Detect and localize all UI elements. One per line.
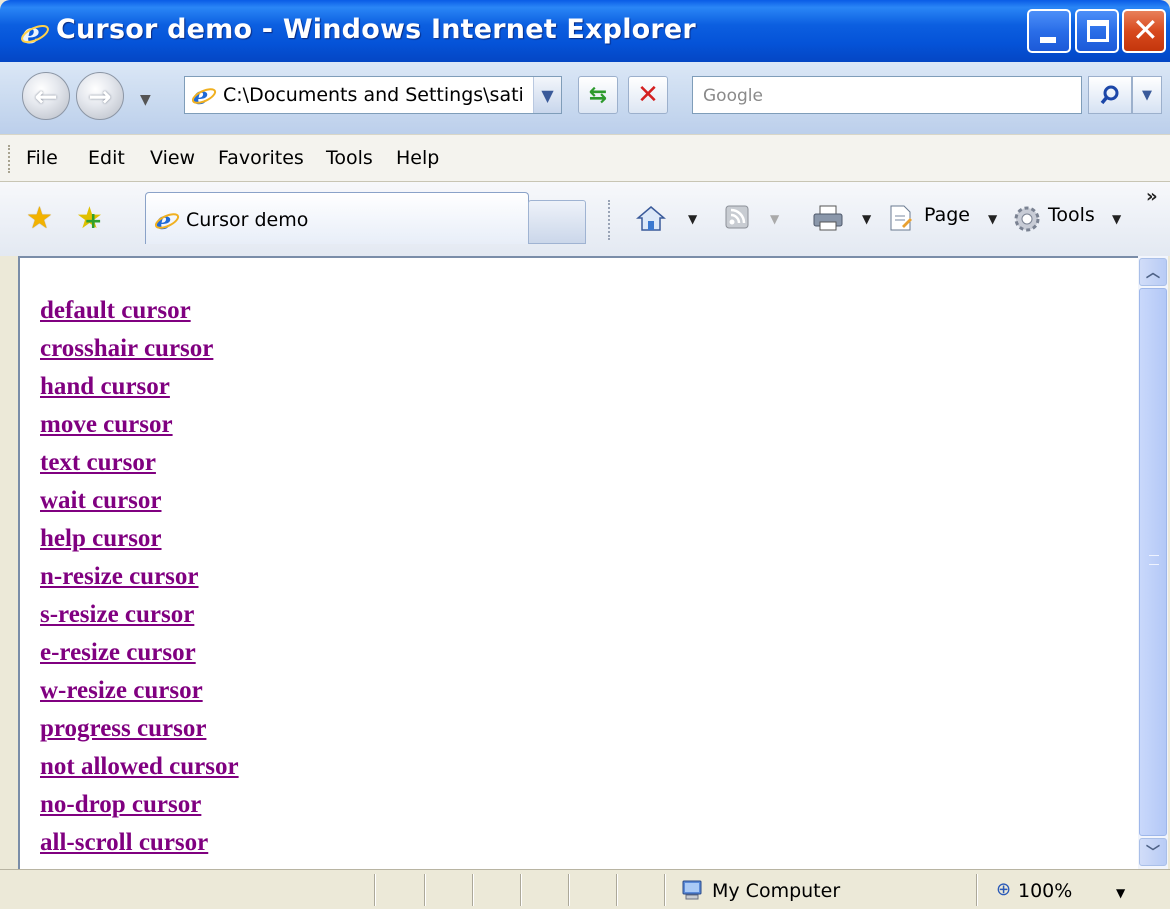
search-button[interactable] <box>1088 76 1132 114</box>
search-input[interactable]: Google <box>703 86 763 106</box>
status-divider <box>976 874 978 906</box>
link-no-drop-cursor[interactable]: no-drop cursor <box>40 786 239 824</box>
link-e-resize-cursor[interactable]: e-resize cursor <box>40 634 239 672</box>
ie-logo-icon: e <box>21 18 49 48</box>
page-icon[interactable] <box>888 204 914 238</box>
close-button[interactable]: ✕ <box>1122 9 1166 53</box>
refresh-icon: ⇆ <box>588 82 608 108</box>
link-move-cursor[interactable]: move cursor <box>40 406 239 444</box>
link-hand-cursor[interactable]: hand cursor <box>40 368 239 406</box>
home-dropdown-icon[interactable]: ▼ <box>688 212 697 226</box>
home-icon[interactable] <box>635 204 667 238</box>
minimize-button[interactable] <box>1027 9 1071 53</box>
new-tab-button[interactable] <box>528 200 586 244</box>
status-divider <box>472 874 474 906</box>
address-bar[interactable]: e C:\Documents and Settings\sati ▼ <box>184 76 562 114</box>
chevron-more-icon[interactable]: » <box>1146 186 1158 207</box>
security-zone-label[interactable]: My Computer <box>712 880 840 902</box>
tab-bar: ★ ★ + e Cursor demo ▼ ▼ ▼ Page ▼ Tools ▼… <box>0 182 1170 256</box>
my-computer-icon <box>682 880 702 900</box>
status-divider <box>374 874 376 906</box>
menu-file[interactable]: File <box>26 147 58 169</box>
forward-arrow-icon: → <box>88 79 112 113</box>
chevron-down-icon: ﹀ <box>1146 845 1160 861</box>
tab-cursor-demo[interactable]: e Cursor demo <box>145 192 529 244</box>
back-arrow-icon: ← <box>34 79 58 113</box>
maximize-button[interactable] <box>1075 9 1119 53</box>
feeds-dropdown-icon: ▼ <box>770 212 780 226</box>
link-all-scroll-cursor[interactable]: all-scroll cursor <box>40 824 239 862</box>
page-menu-button[interactable]: Page <box>924 204 970 226</box>
menu-bar: File Edit View Favorites Tools Help <box>0 134 1170 182</box>
tab-ie-icon: e <box>154 207 180 233</box>
back-button[interactable]: ← <box>22 72 70 120</box>
window-title: Cursor demo - Windows Internet Explorer <box>56 14 696 45</box>
thumb-grip-icon <box>1149 555 1159 565</box>
status-divider <box>664 874 666 906</box>
feeds-icon[interactable] <box>724 204 750 236</box>
title-bar[interactable]: e Cursor demo - Windows Internet Explore… <box>0 0 1170 62</box>
browser-window: e Cursor demo - Windows Internet Explore… <box>0 0 1170 909</box>
status-divider <box>568 874 570 906</box>
menu-view[interactable]: View <box>150 147 195 169</box>
minimize-icon <box>1040 37 1056 43</box>
chevron-up-icon: ︿ <box>1146 265 1160 281</box>
gear-icon[interactable] <box>1012 204 1042 240</box>
content-frame: default cursor crosshair cursor hand cur… <box>0 256 1170 869</box>
forward-button[interactable]: → <box>76 72 124 120</box>
cursor-link-list: default cursor crosshair cursor hand cur… <box>40 292 239 862</box>
vertical-scrollbar[interactable]: ︿ ﹀ <box>1138 256 1168 869</box>
maximize-icon <box>1087 20 1109 42</box>
scroll-down-button[interactable]: ﹀ <box>1139 838 1167 866</box>
scrollbar-thumb[interactable] <box>1139 288 1167 836</box>
address-dropdown-icon[interactable]: ▼ <box>533 77 561 113</box>
search-options-dropdown-icon[interactable]: ▼ <box>1132 76 1162 114</box>
link-w-resize-cursor[interactable]: w-resize cursor <box>40 672 239 710</box>
toolbar-grip[interactable] <box>8 145 11 173</box>
link-default-cursor[interactable]: default cursor <box>40 292 239 330</box>
link-not-allowed-cursor[interactable]: not allowed cursor <box>40 748 239 786</box>
close-icon: ✕ <box>1132 11 1159 49</box>
page-content: default cursor crosshair cursor hand cur… <box>18 256 1138 869</box>
tab-label: Cursor demo <box>186 209 309 231</box>
link-text-cursor[interactable]: text cursor <box>40 444 239 482</box>
status-divider <box>520 874 522 906</box>
zoom-icon[interactable]: ⊕ <box>996 879 1011 900</box>
zoom-level[interactable]: 100% <box>1018 880 1072 902</box>
navigation-bar: ← → ▼ e C:\Documents and Settings\sati ▼… <box>0 62 1170 134</box>
print-icon[interactable] <box>812 204 844 238</box>
status-divider <box>616 874 618 906</box>
search-box[interactable]: Google <box>692 76 1082 114</box>
zoom-dropdown-icon[interactable]: ▼ <box>1116 886 1125 900</box>
link-help-cursor[interactable]: help cursor <box>40 520 239 558</box>
link-s-resize-cursor[interactable]: s-resize cursor <box>40 596 239 634</box>
recent-pages-dropdown-icon[interactable]: ▼ <box>140 92 151 108</box>
page-dropdown-icon[interactable]: ▼ <box>988 212 997 226</box>
link-crosshair-cursor[interactable]: crosshair cursor <box>40 330 239 368</box>
tools-dropdown-icon[interactable]: ▼ <box>1112 212 1121 226</box>
refresh-button[interactable]: ⇆ <box>578 76 618 114</box>
favorites-center-icon[interactable]: ★ <box>26 204 53 234</box>
add-to-favorites-icon[interactable]: ★ + <box>76 204 103 235</box>
menu-help[interactable]: Help <box>396 147 439 169</box>
link-n-resize-cursor[interactable]: n-resize cursor <box>40 558 239 596</box>
address-input[interactable]: C:\Documents and Settings\sati <box>223 84 525 106</box>
scroll-up-button[interactable]: ︿ <box>1139 258 1167 286</box>
menu-tools[interactable]: Tools <box>326 147 373 169</box>
link-wait-cursor[interactable]: wait cursor <box>40 482 239 520</box>
stop-icon: ✕ <box>637 80 659 110</box>
status-bar: My Computer ⊕ 100% ▼ <box>0 869 1170 909</box>
status-divider <box>424 874 426 906</box>
menu-favorites[interactable]: Favorites <box>218 147 304 169</box>
stop-button[interactable]: ✕ <box>628 76 668 114</box>
search-icon <box>1100 85 1119 105</box>
tools-menu-button[interactable]: Tools <box>1048 204 1095 226</box>
print-dropdown-icon[interactable]: ▼ <box>862 212 871 226</box>
link-progress-cursor[interactable]: progress cursor <box>40 710 239 748</box>
toolbar-separator <box>608 200 611 240</box>
page-ie-icon: e <box>191 82 217 108</box>
menu-edit[interactable]: Edit <box>88 147 125 169</box>
